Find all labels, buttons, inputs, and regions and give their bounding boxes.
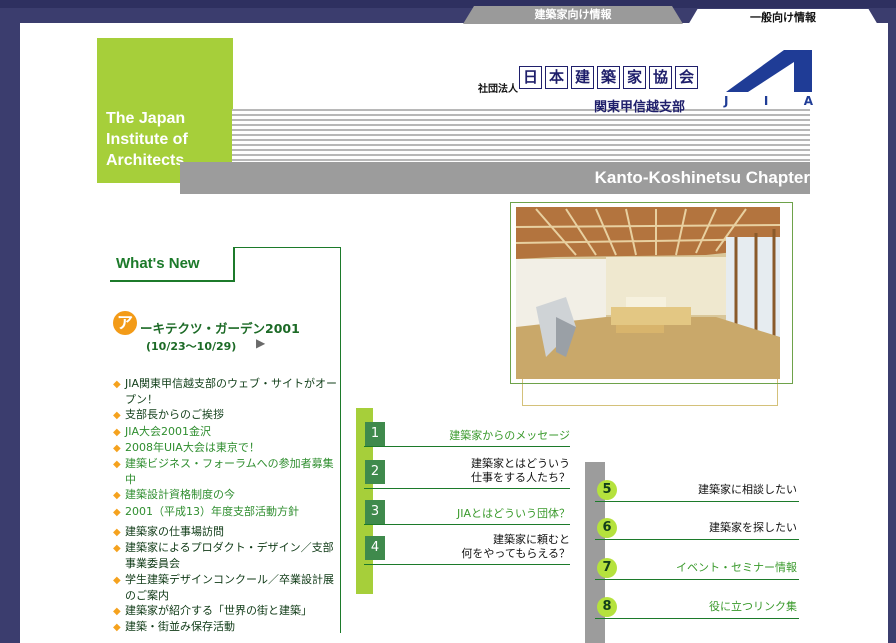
org-name: 日 本 建 築 家 協 会 — [519, 66, 701, 89]
menu-number: 6 — [597, 518, 617, 538]
org-char: 本 — [545, 66, 568, 89]
news-link[interactable]: 建築・街並み保存活動 — [113, 619, 343, 635]
jia-letters: J I A — [724, 94, 814, 108]
jia-letter: A — [803, 94, 814, 108]
org-char: 家 — [623, 66, 646, 89]
jia-letter: J — [724, 94, 730, 108]
org-prefix: 社団法人 — [478, 84, 518, 95]
menu-number: 3 — [365, 500, 385, 524]
top-frame-band — [0, 0, 896, 8]
jia-letter: I — [763, 94, 770, 108]
menu-number: 5 — [597, 480, 617, 500]
play-arrow-icon[interactable]: ▶ — [256, 336, 265, 350]
org-char: 協 — [649, 66, 672, 89]
menu-label: 建築家からのメッセージ — [449, 429, 570, 442]
menu-item-7[interactable]: 7 イベント・セミナー情報 — [595, 555, 799, 580]
feature-date: (10/23〜10/29) — [146, 340, 237, 353]
news-list-2: 建築家の仕事場訪問 建築家によるプロダクト・デザイン／支部事業委員会 学生建築デ… — [113, 524, 343, 635]
whats-new-top-rule — [233, 247, 341, 248]
menu-number: 8 — [597, 597, 617, 617]
menu-item-8[interactable]: 8 役に立つリンク集 — [595, 594, 799, 619]
menu-label: JIAとはどういう団体？ — [456, 507, 570, 520]
org-char: 会 — [675, 66, 698, 89]
feature-link-architects-garden[interactable]: ーキテクツ・ガーデン2001 — [140, 318, 300, 337]
menu-item-5[interactable]: 5 建築家に相談したい — [595, 477, 799, 502]
news-link[interactable]: 建築ビジネス・フォーラムへの参加者募集中 — [113, 456, 343, 487]
org-char: 築 — [597, 66, 620, 89]
menu-label: 建築家に頼むと 何をやってもらえる？ — [461, 533, 570, 560]
menu-label: 建築家とはどういう 仕事をする人たち？ — [471, 457, 570, 484]
menu-number: 7 — [597, 558, 617, 578]
news-link[interactable]: 支部長からのご挨拶 — [113, 407, 343, 423]
logo-text: The Japan Institute of Architects — [106, 110, 188, 169]
news-link[interactable]: 2001（平成13）年度支部活動方針 — [113, 504, 343, 520]
tab-for-architects[interactable]: 建築家向け情報 — [463, 6, 683, 24]
news-link[interactable]: JIA大会2001金沢 — [113, 424, 343, 440]
news-link[interactable]: 建築家が紹介する「世界の街と建築」 — [113, 603, 343, 619]
tab-general[interactable]: 一般向け情報 — [688, 9, 878, 25]
menu-item-1[interactable]: 1 建築家からのメッセージ — [364, 420, 570, 447]
menu-label: 役に立つリンク集 — [709, 600, 797, 613]
menu-item-4[interactable]: 4 建築家に頼むと 何をやってもらえる？ — [364, 533, 570, 565]
whats-new-title: What's New — [116, 255, 200, 272]
menu-label: イベント・セミナー情報 — [676, 561, 797, 574]
menu-number: 4 — [365, 536, 385, 560]
feature-a-icon: ア — [113, 311, 137, 335]
menu-number: 1 — [365, 422, 385, 446]
menu-label: 建築家に相談したい — [698, 483, 797, 496]
news-list-1: JIA関東甲信越支部のウェブ・サイトがオープン！ 支部長からのご挨拶 JIA大会… — [113, 376, 343, 520]
news-link[interactable]: JIA関東甲信越支部のウェブ・サイトがオープン！ — [113, 376, 343, 407]
news-link[interactable]: 学生建築デザインコンクール／卒業設計展のご案内 — [113, 572, 343, 603]
interior-photo — [516, 207, 780, 379]
menu-number: 2 — [365, 460, 385, 484]
menu-item-2[interactable]: 2 建築家とはどういう 仕事をする人たち？ — [364, 457, 570, 489]
news-link[interactable]: 建築家によるプロダクト・デザイン／支部事業委員会 — [113, 540, 343, 571]
menu-label: 建築家を探したい — [709, 521, 797, 534]
menu-item-3[interactable]: 3 JIAとはどういう団体？ — [364, 498, 570, 525]
news-link[interactable]: 建築家の仕事場訪問 — [113, 524, 343, 540]
chapter-title: Kanto-Koshinetsu Chapter — [594, 168, 810, 187]
news-link[interactable]: 建築設計資格制度の今 — [113, 487, 343, 503]
org-char: 日 — [519, 66, 542, 89]
org-char: 建 — [571, 66, 594, 89]
branch-name: 関東甲信越支部 — [594, 100, 686, 115]
news-link[interactable]: 2008年UIA大会は東京で！ — [113, 440, 343, 456]
menu-item-6[interactable]: 6 建築家を探したい — [595, 515, 799, 540]
